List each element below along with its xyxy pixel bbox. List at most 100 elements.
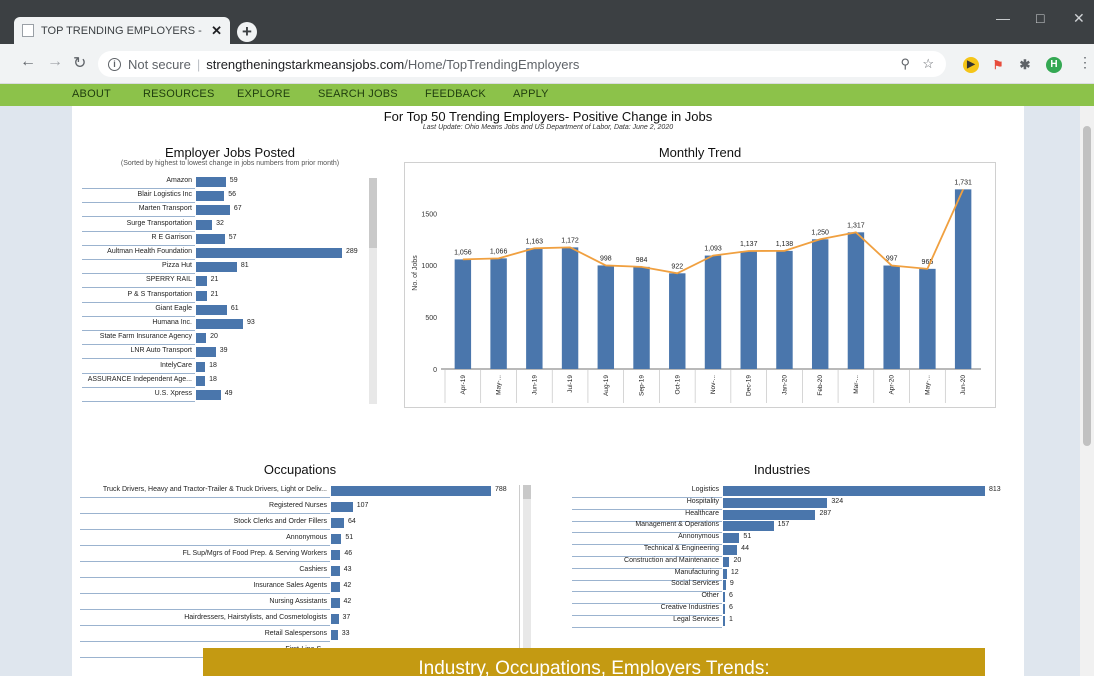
industry-bar[interactable] [723, 556, 730, 567]
browser-tab[interactable]: TOP TRENDING EMPLOYERS - St ✕ [14, 17, 230, 44]
occupation-bar[interactable] [331, 598, 340, 608]
employer-value: 49 [224, 390, 233, 397]
employer-row[interactable]: R E Garrison 57 [82, 233, 367, 246]
occupation-bar[interactable] [331, 566, 340, 576]
zoom-icon[interactable]: ⚲ [900, 56, 910, 72]
bookmark-star-icon[interactable]: ☆ [922, 56, 934, 72]
employer-row[interactable]: Aultman Health Foundation 289 [82, 247, 367, 260]
nav-apply[interactable]: APPLY [513, 88, 549, 100]
employer-bar[interactable] [196, 319, 243, 329]
occupation-bar[interactable] [331, 550, 341, 560]
occupation-row[interactable]: Truck Drivers, Heavy and Tractor-Trailer… [80, 485, 519, 498]
employer-row[interactable]: Amazon 59 [82, 176, 367, 189]
new-tab-button[interactable]: + [237, 22, 257, 42]
employer-row[interactable]: IntelyCare 18 [82, 361, 367, 374]
employer-row[interactable]: Humana Inc. 93 [82, 318, 367, 331]
industries-bar-chart[interactable]: Logistics 813 Hospitality 324 Healthcare 287 M… [572, 485, 1017, 650]
nav-search-jobs[interactable]: SEARCH JOBS [318, 88, 398, 100]
employer-row[interactable]: P & S Transportation 21 [82, 290, 367, 303]
nav-feedback[interactable]: FEEDBACK [425, 88, 486, 100]
menu-kebab-icon[interactable]: ⋮ [1078, 54, 1092, 71]
employer-bar[interactable] [196, 375, 206, 386]
page-scrollbar-thumb[interactable] [1083, 126, 1091, 446]
profile-avatar[interactable]: H [1046, 57, 1062, 73]
page-scrollbar[interactable] [1080, 106, 1094, 676]
occupation-bar[interactable] [331, 614, 339, 624]
extension-icon[interactable]: ▶ [963, 57, 979, 73]
window-close-icon[interactable]: ✕ [1073, 10, 1085, 27]
employer-label: Humana Inc. [152, 319, 192, 326]
nav-explore[interactable]: EXPLORE [237, 88, 290, 100]
employers-bar-chart[interactable]: Amazon 59 Blair Logistics Inc 56 Marten Tran… [82, 176, 367, 404]
occupation-row[interactable]: Cashiers 43 [80, 565, 519, 578]
employer-row[interactable]: U.S. Xpress 49 [82, 389, 367, 402]
nav-resources[interactable]: RESOURCES [143, 88, 214, 100]
occupation-row[interactable]: Registered Nurses 107 [80, 501, 519, 514]
maximize-icon[interactable]: □ [1036, 10, 1044, 26]
employer-bar[interactable] [196, 290, 207, 301]
occupation-bar[interactable] [331, 582, 340, 592]
occupation-bar[interactable] [331, 534, 342, 544]
industry-bar[interactable] [723, 568, 727, 579]
employer-bar[interactable] [196, 276, 207, 287]
minimize-icon[interactable]: — [996, 10, 1010, 26]
reload-icon[interactable]: ↻ [73, 53, 86, 73]
occupation-row[interactable]: Insurance Sales Agents 42 [80, 581, 519, 594]
occupation-row[interactable]: FL Sup/Mgrs of Food Prep. & Serving Work… [80, 549, 519, 562]
employer-bar[interactable] [196, 390, 221, 400]
industry-bar[interactable] [723, 545, 738, 555]
back-icon[interactable]: ← [20, 53, 36, 71]
address-bar[interactable]: i Not secure | strengtheningstarkmeansjo… [98, 51, 946, 77]
occupation-bar[interactable] [331, 630, 338, 640]
employer-bar[interactable] [196, 219, 213, 230]
trends-banner[interactable]: Industry, Occupations, Employers Trends: [203, 648, 985, 676]
employer-bar[interactable] [196, 205, 230, 216]
employers-scrollbar-thumb[interactable] [369, 178, 377, 248]
employer-bar[interactable] [196, 347, 216, 358]
occupation-bar[interactable] [331, 486, 491, 496]
industry-bar[interactable] [723, 521, 774, 532]
industry-bar[interactable] [723, 533, 740, 544]
nav-about[interactable]: ABOUT [72, 88, 111, 100]
employer-row[interactable]: LNR Auto Transport 39 [82, 346, 367, 360]
industry-bar[interactable] [723, 497, 828, 508]
employer-row[interactable]: Pizza Hut 81 [82, 261, 367, 275]
occupation-bar[interactable] [331, 502, 353, 512]
employer-row[interactable]: SPERRY RAIL 21 [82, 275, 367, 289]
occupation-row[interactable]: Retail Salespersons 33 [80, 629, 519, 642]
industry-bar[interactable] [723, 592, 725, 603]
employer-bar[interactable] [196, 177, 226, 187]
industry-bar[interactable] [723, 615, 725, 626]
employers-scrollbar[interactable] [369, 178, 377, 404]
employer-row[interactable]: State Farm Insurance Agency 20 [82, 332, 367, 346]
employer-bar[interactable] [196, 304, 227, 315]
employer-bar[interactable] [196, 233, 225, 244]
employer-bar[interactable] [196, 248, 342, 258]
occupation-row[interactable]: Annonymous 51 [80, 533, 519, 546]
industry-bar[interactable] [723, 486, 985, 496]
employer-row[interactable]: Marten Transport 67 [82, 204, 367, 218]
employer-bar[interactable] [196, 191, 225, 202]
info-icon[interactable]: i [108, 57, 121, 71]
occupation-row[interactable]: Nursing Assistants 42 [80, 597, 519, 610]
occupation-row[interactable]: Hairdressers, Hairstylists, and Cosmetol… [80, 613, 519, 626]
employer-row[interactable]: Surge Transportation 32 [82, 219, 367, 232]
employer-bar[interactable] [196, 333, 207, 344]
megaphone-icon[interactable]: ⚑ [990, 57, 1006, 73]
forward-icon[interactable]: → [47, 53, 63, 71]
occupations-scrollbar-thumb[interactable] [523, 485, 531, 499]
employer-row[interactable]: Blair Logistics Inc 56 [82, 190, 367, 204]
industry-bar[interactable] [723, 509, 816, 520]
industry-row[interactable]: Legal Services 1 [572, 615, 1017, 628]
employer-bar[interactable] [196, 262, 237, 273]
employer-bar[interactable] [196, 361, 206, 372]
employer-row[interactable]: ASSURANCE Independent Age... 18 [82, 375, 367, 388]
occupation-bar[interactable] [331, 518, 344, 528]
tab-close-icon[interactable]: ✕ [211, 23, 222, 39]
occupation-row[interactable]: Stock Clerks and Order Fillers 64 [80, 517, 519, 530]
industry-bar[interactable] [723, 580, 726, 591]
monthly-trend-chart[interactable]: 0 500 1000 1500 No. of Jobs 1,056 Apr-19 1,066 M… [404, 162, 996, 408]
employer-row[interactable]: Giant Eagle 61 [82, 304, 367, 317]
industry-bar[interactable] [723, 604, 725, 614]
puzzle-icon[interactable]: ✱ [1017, 57, 1033, 73]
